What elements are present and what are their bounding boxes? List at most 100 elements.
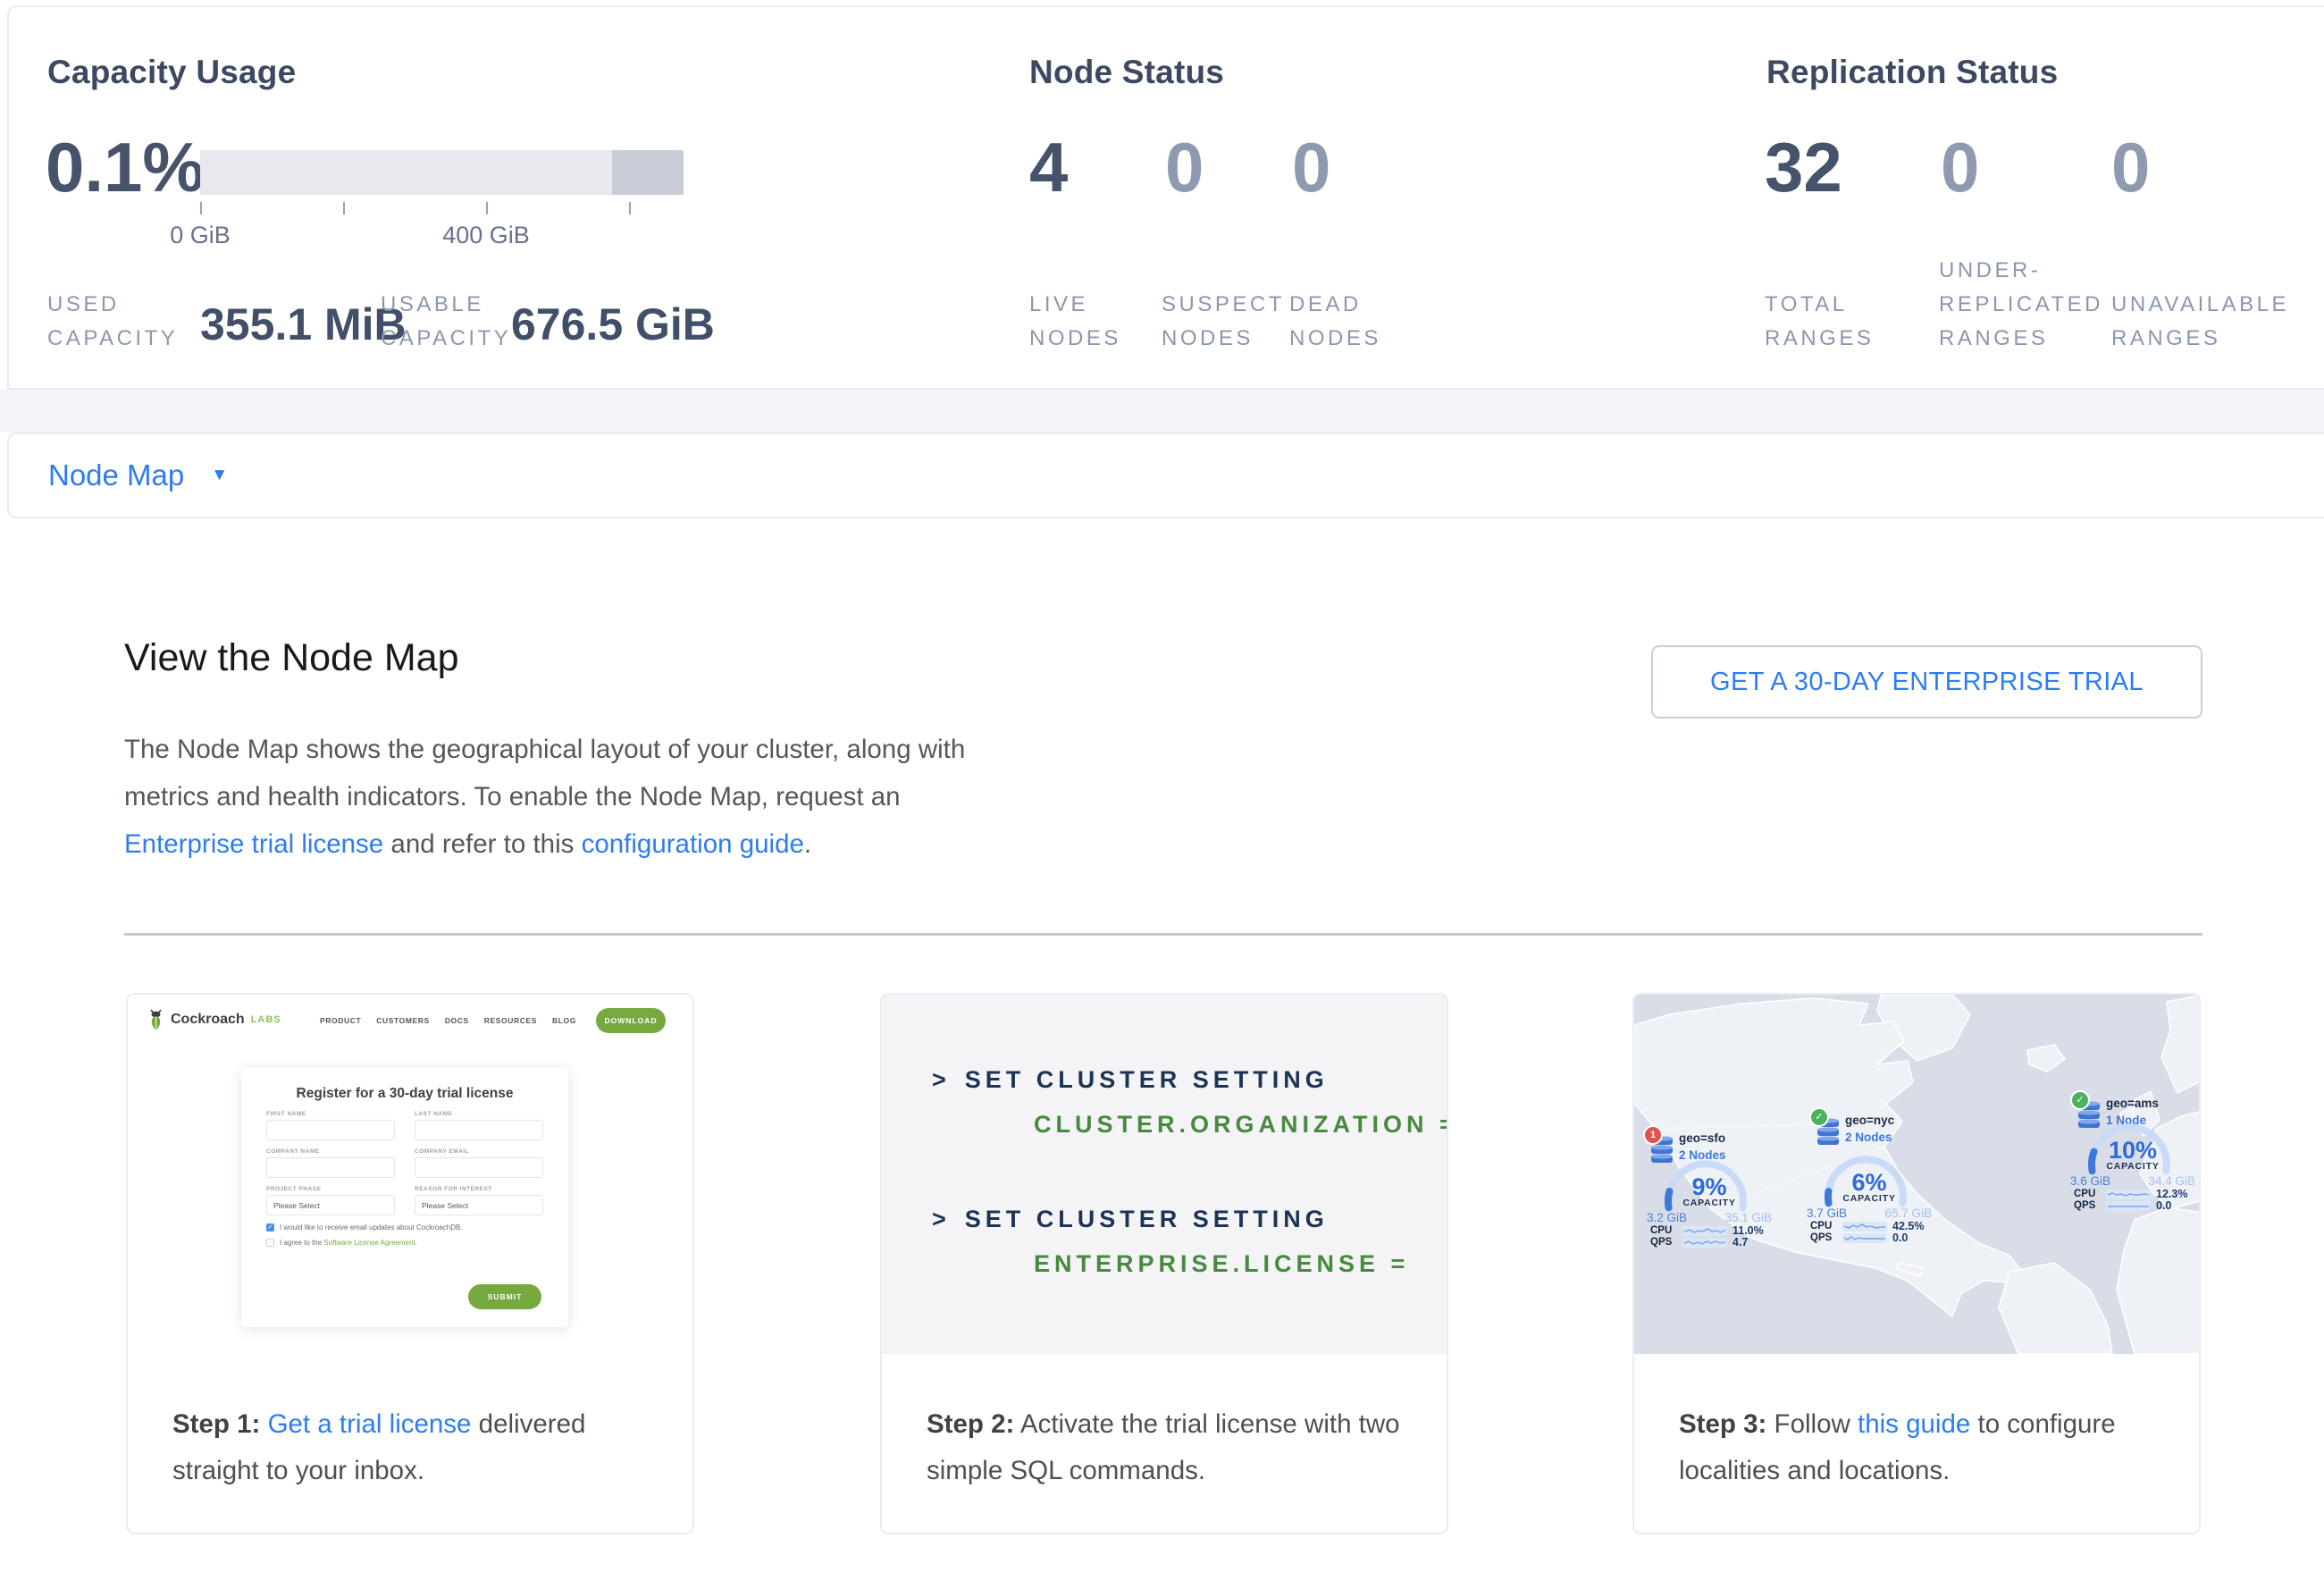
sql-snippet: >SET CLUSTER SETTING CLUSTER.ORGANIZATIO… [882, 995, 1447, 1354]
step2-card: >SET CLUSTER SETTING CLUSTER.ORGANIZATIO… [880, 993, 1448, 1534]
capacity-tick [200, 202, 202, 214]
suspect-nodes-label: SUSPECT NODES [1162, 288, 1282, 356]
cpu-value: 12.3% [2156, 1188, 2195, 1200]
capacity-gauge-nyc: 6% CAPACITY 3.7 GiB 65.7 GiB CPU 42.5% Q… [1817, 1156, 1935, 1274]
qps-value: 0.0 [2156, 1199, 2195, 1212]
step1-card: Cockroach LABS PRODUCT CUSTOMERS DOCS RE… [126, 993, 694, 1534]
reason-select: Please Select [415, 1195, 543, 1215]
usable-capacity-value: 676.5 GiB [511, 302, 715, 347]
capacity-percent: 0.1% [46, 132, 205, 202]
this-guide-link[interactable]: this guide [1858, 1409, 1970, 1439]
cluster-summary-panel: Capacity Usage 0.1% 0 GiB 400 GiB USED C… [7, 5, 2324, 390]
unavailable-ranges-label: UNAVAILABLE RANGES [2111, 288, 2303, 356]
qps-row: QPS 0.0 [2074, 1199, 2195, 1212]
form-title: Register for a 30-day trial license [241, 1086, 568, 1102]
capacity-total: 65.7 GiB [1884, 1206, 1932, 1220]
view-dropdown-label[interactable]: Node Map [48, 458, 184, 492]
view-dropdown[interactable]: Node Map ▼ [48, 434, 228, 517]
step3-prefix: Step 3: [1679, 1409, 1766, 1439]
nav-item-resources: RESOURCES [484, 1016, 537, 1025]
capacity-gauge-label: CAPACITY [1657, 1198, 1761, 1208]
capacity-tick [629, 202, 631, 214]
license-agreement-checkbox [266, 1239, 274, 1247]
nav-item-blog: BLOG [552, 1016, 576, 1025]
live-nodes-value: 4 [1029, 132, 1068, 202]
dead-nodes-label: DEAD NODES [1289, 288, 1405, 356]
chevron-down-icon: ▼ [211, 466, 228, 485]
capacity-tick-label-0: 0 GiB [129, 222, 272, 249]
capacity-tick [486, 202, 488, 214]
reason-label: REASON FOR INTEREST [415, 1186, 543, 1192]
sql-line-2: CLUSTER.ORGANIZATION = [1034, 1111, 1447, 1139]
qps-sparkline [1682, 1238, 1727, 1248]
capacity-usage-title: Capacity Usage [47, 54, 296, 91]
step3-text: Follow [1766, 1409, 1858, 1439]
cpu-row: CPU 12.3% [2074, 1188, 2195, 1200]
node-map-description: The Node Map shows the geographical layo… [124, 726, 986, 868]
qps-sparkline [1842, 1233, 1887, 1243]
sql-line-4: ENTERPRISE.LICENSE = [1034, 1250, 1409, 1278]
project-phase-select: Please Select [266, 1195, 395, 1215]
email-updates-checkbox: ✓ [266, 1223, 274, 1232]
trial-license-form: Register for a 30-day trial license FIRS… [241, 1068, 568, 1327]
cpu-row: CPU 11.0% [1650, 1224, 1772, 1237]
capacity-tick-label-400: 400 GiB [415, 222, 558, 249]
capacity-range: 3.2 GiB 35.1 GiB [1647, 1211, 1772, 1224]
capacity-gauge-sfo: 9% CAPACITY 3.2 GiB 35.1 GiB CPU 11.0% Q… [1657, 1160, 1775, 1278]
cpu-row: CPU 42.5% [1810, 1220, 1932, 1232]
software-license-link: Software License Agreement. [323, 1239, 417, 1247]
cpu-sparkline [1842, 1222, 1887, 1232]
capacity-tick [343, 202, 345, 214]
healthy-badge-icon: ✓ [1809, 1107, 1829, 1127]
step2-caption: Step 2: Activate the trial license with … [927, 1401, 1416, 1494]
download-button: DOWNLOAD [596, 1008, 666, 1033]
under-replicated-ranges-label: UNDER-REPLICATED RANGES [1939, 254, 2122, 356]
site-nav: PRODUCT CUSTOMERS DOCS RESOURCES BLOG [320, 1016, 576, 1025]
section-divider-band [0, 390, 2324, 433]
sql-line-3: >SET CLUSTER SETTING [932, 1206, 1329, 1233]
configuration-guide-link[interactable]: configuration guide [582, 829, 804, 859]
cpu-value: 42.5% [1892, 1220, 1932, 1232]
cpu-sparkline [1682, 1226, 1727, 1236]
page-title: View the Node Map [124, 636, 459, 680]
total-ranges-label: TOTAL RANGES [1765, 288, 1925, 356]
cpu-sparkline [2106, 1190, 2151, 1199]
cpu-value: 11.0% [1733, 1224, 1772, 1237]
step3-caption: Step 3: Follow this guide to configure l… [1679, 1401, 2169, 1494]
sql-line-1: >SET CLUSTER SETTING [932, 1066, 1329, 1094]
used-capacity-value: 355.1 MiB [200, 302, 407, 347]
get-enterprise-trial-button[interactable]: GET A 30-DAY ENTERPRISE TRIAL [1651, 645, 2202, 719]
capacity-used: 3.7 GiB [1807, 1206, 1847, 1220]
get-trial-license-link[interactable]: Get a trial license [268, 1409, 472, 1439]
divider [124, 933, 2202, 936]
error-badge-icon: 1 [1643, 1125, 1663, 1145]
used-capacity-label: USED CAPACITY [47, 288, 186, 356]
step1-prefix: Step 1: [172, 1409, 260, 1439]
capacity-range: 3.6 GiB 34.4 GiB [2070, 1174, 2195, 1188]
email-updates-label: I would like to receive email updates ab… [280, 1223, 463, 1232]
brand-suffix: LABS [251, 1014, 281, 1025]
locality-name: geo=sfo [1679, 1131, 1725, 1145]
trial-site-screenshot: Cockroach LABS PRODUCT CUSTOMERS DOCS RE… [128, 995, 692, 1354]
suspect-nodes-value: 0 [1165, 132, 1204, 202]
usable-capacity-label: USABLE CAPACITY [381, 288, 528, 356]
enterprise-trial-license-link[interactable]: Enterprise trial license [124, 829, 383, 859]
under-replicated-ranges-value: 0 [1941, 132, 1979, 202]
last-name-field [415, 1120, 543, 1140]
qps-row: QPS 4.7 [1650, 1236, 1772, 1248]
qps-sparkline [2106, 1201, 2151, 1211]
locality-node-count: 2 Nodes [1845, 1131, 1892, 1144]
company-name-field [266, 1157, 395, 1178]
project-phase-label: PROJECT PHASE [266, 1186, 395, 1192]
nav-item-docs: DOCS [445, 1016, 469, 1025]
license-agreement-label: I agree to the Software License Agreemen… [280, 1239, 417, 1247]
company-name-label: COMPANY NAME [266, 1148, 395, 1155]
qps-value: 0.0 [1892, 1232, 1932, 1244]
company-email-field [415, 1157, 543, 1178]
locality-name: geo=ams [2106, 1097, 2159, 1110]
cockroach-bug-icon [147, 1009, 164, 1030]
first-name-label: FIRST NAME [266, 1111, 395, 1117]
description-text: and refer to this [383, 829, 581, 859]
capacity-total: 34.4 GiB [2148, 1174, 2195, 1188]
capacity-bar [200, 150, 684, 195]
